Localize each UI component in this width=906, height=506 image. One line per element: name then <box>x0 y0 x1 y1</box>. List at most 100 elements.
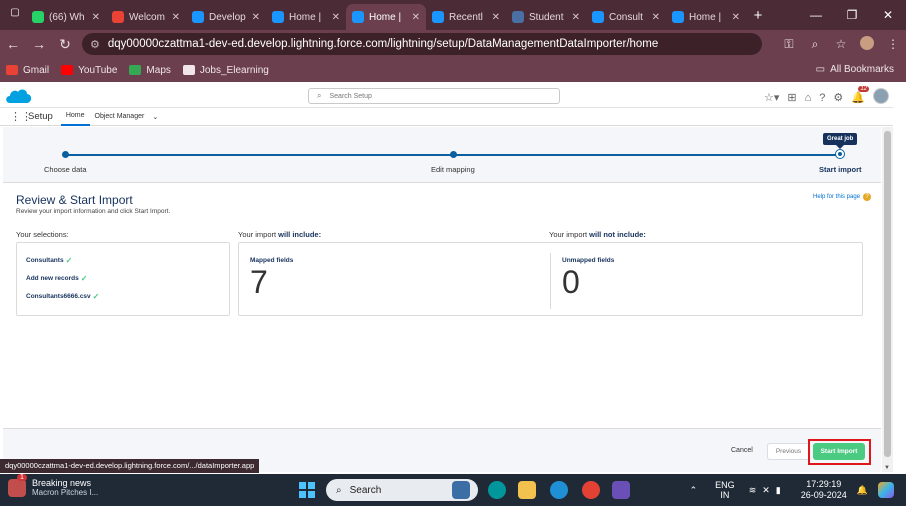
file-explorer-icon[interactable] <box>518 481 536 499</box>
bookmark-item[interactable]: YouTube <box>61 65 117 76</box>
content-scrollbar[interactable]: ▼ <box>882 127 893 472</box>
chrome-browser-icon[interactable] <box>582 481 600 499</box>
news-title: Breaking news <box>32 478 92 488</box>
selection-object: Consultants ✓ <box>26 256 73 265</box>
bookmark-item[interactable]: Gmail <box>6 65 49 76</box>
setup-search-input[interactable]: ⌕ Search Setup <box>308 88 560 104</box>
link-status-bar: dqy00000czattma1-dev-ed.develop.lightnin… <box>0 459 260 473</box>
maximize-button[interactable]: ❐ <box>834 8 870 22</box>
favorites-star-icon[interactable]: ☆▾ <box>764 91 779 104</box>
menu-icon[interactable]: ⋮ <box>880 37 906 51</box>
url-text: dqy00000czattma1-dev-ed.develop.lightnin… <box>107 38 659 50</box>
arduino-app-icon[interactable] <box>488 481 506 499</box>
salesforce-cloud-logo[interactable] <box>4 86 34 106</box>
help-for-this-page-link[interactable]: Help for this page ? <box>813 193 872 201</box>
tab-title: Home | <box>689 11 722 23</box>
site-info-icon[interactable]: ⚙ <box>90 38 100 51</box>
browser-tab[interactable]: Home | ✕ <box>346 4 426 30</box>
language-indicator[interactable]: ENG IN <box>715 480 735 500</box>
news-widget[interactable]: 1 Breaking news Macron Pitches I... <box>8 473 98 497</box>
chevron-down-icon[interactable]: ⌄ <box>152 113 158 121</box>
browser-tab[interactable]: Recentl ✕ <box>426 4 506 30</box>
bookmark-star-icon[interactable]: ☆ <box>828 37 854 51</box>
zoom-icon[interactable]: ⌕ <box>802 37 828 52</box>
widget-app-icon[interactable] <box>452 481 470 499</box>
tab-favicon-icon <box>512 11 524 23</box>
unmapped-fields-panel: Unmapped fields 0 <box>550 253 850 309</box>
reload-icon[interactable]: ↻ <box>52 36 78 53</box>
bookmark-label: Gmail <box>23 64 50 76</box>
tab-title: Home | <box>289 11 322 23</box>
tab-title: Home | <box>369 11 402 23</box>
tab-title: (66) Wh <box>49 11 85 23</box>
selections-box: Consultants ✓ Add new records ✓ Consultant… <box>16 242 230 316</box>
data-import-wizard: Choose data Edit mapping Start import Gr… <box>3 127 881 472</box>
cancel-button[interactable]: Cancel <box>731 447 753 454</box>
tab-favicon-icon <box>272 11 284 23</box>
help-icon[interactable]: ? <box>819 92 825 104</box>
close-tab-icon[interactable]: ✕ <box>412 12 420 23</box>
edge-browser-icon[interactable] <box>550 481 568 499</box>
browser-tab[interactable]: Home | ✕ <box>266 4 346 30</box>
bookmark-label: Maps <box>146 64 171 76</box>
tab-title: Welcom <box>129 11 165 23</box>
close-tab-icon[interactable]: ✕ <box>492 12 500 23</box>
user-avatar[interactable] <box>873 88 889 107</box>
close-tab-icon[interactable]: ✕ <box>252 12 260 23</box>
browser-tab[interactable]: Student ✕ <box>506 4 586 30</box>
close-tab-icon[interactable]: ✕ <box>172 12 180 23</box>
tab-object-manager[interactable]: Object Manager ⌄ <box>90 108 164 126</box>
copilot-icon[interactable] <box>878 482 894 498</box>
close-tab-icon[interactable]: ✕ <box>652 12 660 23</box>
all-bookmarks-button[interactable]: ▭ All Bookmarks <box>816 64 894 75</box>
all-bookmarks-label: All Bookmarks <box>830 64 894 75</box>
tab-title: Student <box>529 11 564 23</box>
back-icon[interactable]: ← <box>0 36 26 52</box>
forward-icon[interactable]: → <box>26 36 52 52</box>
browser-tab[interactable]: Develop ✕ <box>186 4 266 30</box>
start-import-button[interactable]: Start Import <box>813 443 865 460</box>
bookmark-item[interactable]: Maps <box>129 64 171 76</box>
url-bar[interactable]: ⚙ dqy00000czattma1-dev-ed.develop.lightn… <box>82 33 762 55</box>
browser-tab[interactable]: Welcom ✕ <box>106 4 186 30</box>
notifications-bell-icon[interactable]: 🔔 12 <box>851 86 869 104</box>
close-tab-icon[interactable]: ✕ <box>92 12 100 23</box>
trailhead-icon[interactable]: ⌂ <box>805 92 812 104</box>
close-tab-icon[interactable]: ✕ <box>572 12 580 23</box>
close-tab-icon[interactable]: ✕ <box>332 12 340 23</box>
close-window-button[interactable]: ✕ <box>870 8 906 22</box>
will-not-include-heading: Your import will not include: <box>549 230 646 239</box>
tab-title: Develop <box>209 11 246 23</box>
scrollbar-thumb[interactable] <box>884 131 891 457</box>
browser-tab[interactable]: Home | ✕ <box>666 4 746 30</box>
global-actions-icon[interactable]: ⊞ <box>787 91 796 104</box>
browser-tab[interactable]: Consult ✕ <box>586 4 666 30</box>
tab-search-icon[interactable]: ▢ <box>6 7 24 23</box>
bookmark-item[interactable]: Jobs_Elearning <box>182 65 269 76</box>
previous-button[interactable]: Previous <box>767 443 810 460</box>
will-include-heading: Your import will include: <box>238 230 322 239</box>
browser-tab[interactable]: (66) Wh ✕ <box>26 4 106 30</box>
wizard-progress: Choose data Edit mapping Start import Gr… <box>3 127 881 183</box>
news-badge: 1 <box>17 473 27 481</box>
settings-gear-icon[interactable]: ⚙ <box>833 91 843 104</box>
minimize-button[interactable]: — <box>798 8 834 22</box>
notification-bell-icon[interactable]: 🔔 <box>857 485 868 496</box>
search-icon: ⌕ <box>336 484 342 496</box>
app-icon[interactable] <box>612 481 630 499</box>
help-question-icon[interactable]: ? <box>863 193 872 201</box>
tab-home[interactable]: Home <box>60 108 90 126</box>
windows-start-icon[interactable] <box>299 482 315 498</box>
clock[interactable]: 17:29:19 26-09-2024 <box>801 479 847 501</box>
scroll-down-arrow-icon[interactable]: ▼ <box>884 465 890 471</box>
notification-count-badge: 12 <box>858 86 869 92</box>
app-name: Setup <box>28 111 53 122</box>
profile-avatar[interactable] <box>854 35 880 53</box>
new-tab-button[interactable]: + <box>746 7 770 24</box>
wifi-volume-battery-icons[interactable]: ≋✕▮ <box>749 485 787 496</box>
password-key-icon[interactable]: ⚿ <box>776 37 802 52</box>
chevron-up-icon[interactable]: ⌃ <box>690 485 698 496</box>
app-launcher-icon[interactable]: ⋮⋮ <box>10 110 32 123</box>
close-tab-icon[interactable]: ✕ <box>732 12 740 23</box>
bookmark-icon <box>61 65 74 75</box>
